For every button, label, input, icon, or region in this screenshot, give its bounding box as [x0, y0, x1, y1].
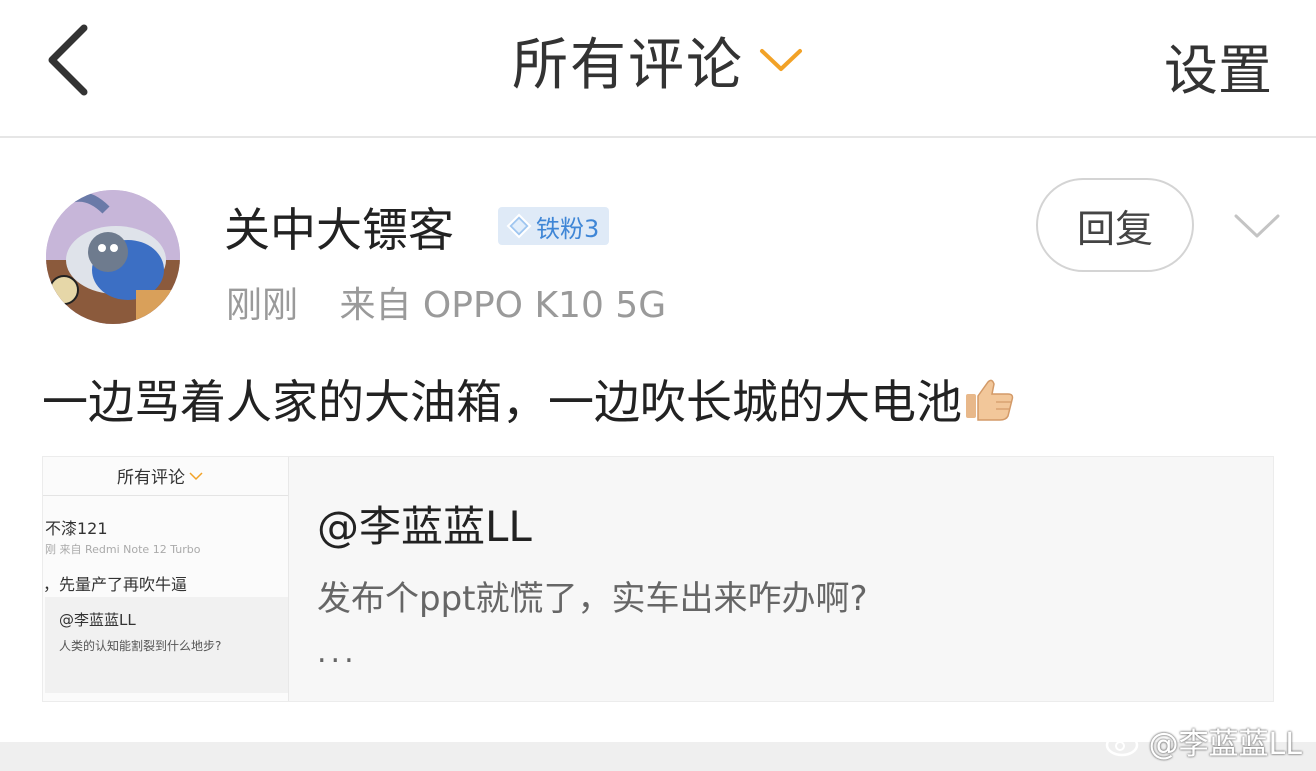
- comment-filter-dropdown[interactable]: 所有评论: [512, 20, 804, 101]
- quoted-username[interactable]: @李蓝蓝LL: [317, 493, 532, 554]
- page-title: 所有评论: [512, 32, 744, 98]
- quoted-text: 发布个ppt就慌了，实车出来咋办啊?: [317, 579, 868, 619]
- watermark: @李蓝蓝LL: [1105, 719, 1302, 763]
- thumbs-up-icon: [966, 379, 1014, 421]
- comment-username[interactable]: 关中大镖客: [224, 194, 454, 260]
- top-bar: 所有评论 设置: [0, 0, 1316, 138]
- thumb-comment-text: ，先量产了再吹牛逼: [43, 575, 188, 594]
- avatar-image: [46, 190, 180, 324]
- settings-button[interactable]: 设置: [1164, 26, 1272, 105]
- more-options-chevron-icon[interactable]: [1232, 210, 1282, 240]
- weibo-logo-icon: [1105, 727, 1142, 757]
- thumb-quote-user: @李蓝蓝LL: [59, 611, 136, 629]
- avatar[interactable]: [46, 190, 180, 324]
- thumb-divider: [43, 495, 288, 496]
- comment-meta: 刚刚 来自 OPPO K10 5G: [226, 276, 666, 328]
- quoted-screenshot-thumbnail[interactable]: 所有评论 不漆121 刚 来自 Redmi Note 12 Turbo ，先量产…: [43, 457, 289, 701]
- comment-source: 来自 OPPO K10 5G: [339, 285, 667, 326]
- chevron-down-icon: [760, 49, 802, 71]
- back-arrow-icon: [48, 24, 88, 96]
- back-button[interactable]: [40, 22, 100, 98]
- badge-label: 铁粉3: [536, 214, 600, 243]
- quoted-comment-card[interactable]: 所有评论 不漆121 刚 来自 Redmi Note 12 Turbo ，先量产…: [42, 456, 1274, 702]
- comment-text: 一边骂着人家的大油箱，一边吹长城的大电池: [42, 375, 962, 429]
- fan-level-badge[interactable]: 铁粉3: [498, 207, 610, 245]
- thumb-meta: 刚 来自 Redmi Note 12 Turbo: [45, 543, 201, 556]
- reply-button[interactable]: 回复: [1036, 178, 1194, 272]
- thumb-username: 不漆121: [45, 519, 108, 538]
- thumb-quote-text: 人类的认知能割裂到什么地步?: [59, 639, 222, 653]
- diamond-icon: [506, 213, 532, 239]
- comment-body: 一边骂着人家的大油箱，一边吹长城的大电池: [42, 366, 1016, 432]
- quoted-ellipsis: ...: [317, 635, 358, 670]
- watermark-text: @李蓝蓝LL: [1148, 727, 1302, 762]
- thumb-title: 所有评论: [117, 463, 203, 488]
- comment-time: 刚刚: [226, 285, 299, 326]
- thumb-chevron-down-icon: [189, 471, 203, 480]
- thumb-quote-box: @李蓝蓝LL 人类的认知能割裂到什么地步?: [45, 597, 288, 693]
